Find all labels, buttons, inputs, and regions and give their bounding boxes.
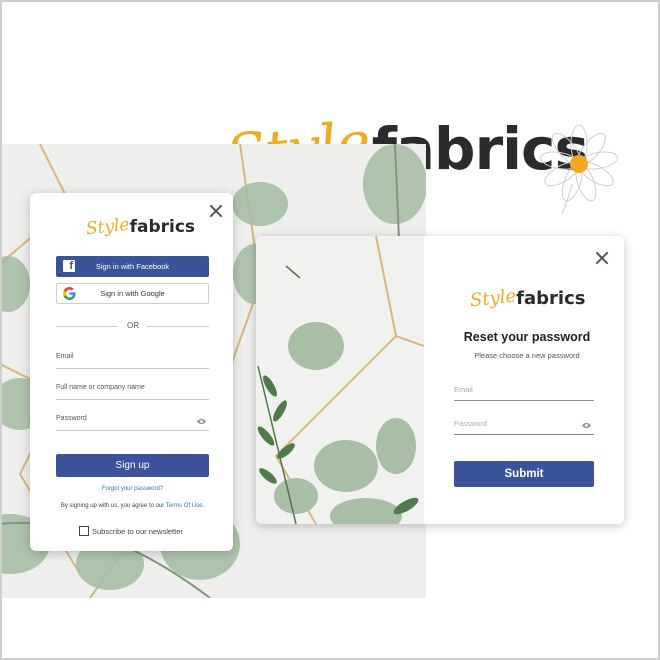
or-text: OR bbox=[127, 321, 139, 330]
facebook-signin-button[interactable]: f Sign in with Facebook bbox=[56, 256, 209, 277]
password-field-label: Password bbox=[56, 415, 87, 422]
terms-of-use-link[interactable]: Terms Of Use. bbox=[166, 503, 204, 509]
google-signin-button[interactable]: Sign in with Google bbox=[56, 283, 209, 304]
google-signin-label: Sign in with Google bbox=[100, 289, 165, 298]
close-icon[interactable] bbox=[595, 251, 609, 265]
signup-card: Style fabrics f Sign in with Facebook Si… bbox=[30, 193, 233, 551]
reset-email-field[interactable]: Email bbox=[454, 383, 594, 401]
reset-password-card: Style fabrics Reset your password Please… bbox=[256, 236, 624, 524]
submit-button[interactable]: Submit bbox=[454, 461, 594, 487]
logo-script: Style bbox=[85, 214, 131, 240]
name-field[interactable]: Full name or company name bbox=[56, 382, 209, 400]
email-field[interactable]: Email bbox=[56, 351, 209, 369]
logo-word: fabrics bbox=[129, 217, 196, 237]
facebook-signin-label: Sign in with Facebook bbox=[95, 262, 170, 271]
name-field-label: Full name or company name bbox=[56, 384, 145, 391]
forgot-password-link[interactable]: Forgot your password? bbox=[56, 486, 209, 492]
eye-icon[interactable] bbox=[196, 418, 207, 425]
signup-card-logo: Style fabrics bbox=[85, 214, 196, 240]
reset-card-photo bbox=[256, 236, 424, 524]
terms-text: By signing up with us, you agree to our bbox=[60, 503, 166, 509]
reset-password-field[interactable]: Password bbox=[454, 417, 594, 435]
logo-script: Style bbox=[468, 285, 518, 312]
close-icon[interactable] bbox=[209, 204, 223, 218]
email-field-label: Email bbox=[56, 353, 74, 360]
logo-word: fabrics bbox=[516, 288, 586, 309]
reset-password-label: Password bbox=[454, 419, 487, 428]
google-icon bbox=[63, 287, 76, 300]
reset-title: Reset your password bbox=[463, 330, 591, 344]
facebook-icon: f bbox=[63, 260, 75, 272]
daisy-illustration bbox=[540, 124, 618, 215]
divider-line bbox=[56, 326, 118, 327]
reset-card-logo: Style fabrics bbox=[468, 285, 586, 312]
divider-line bbox=[147, 326, 209, 327]
or-divider: OR bbox=[56, 321, 209, 331]
eye-icon[interactable] bbox=[581, 422, 592, 429]
signup-button-label: Sign up bbox=[115, 460, 150, 471]
terms-notice: By signing up with us, you agree to our … bbox=[50, 503, 215, 509]
newsletter-checkbox[interactable] bbox=[79, 526, 89, 536]
password-field[interactable]: Password bbox=[56, 413, 209, 431]
reset-email-label: Email bbox=[454, 385, 473, 394]
newsletter-label: Subscribe to our newsletter bbox=[92, 526, 183, 536]
signup-button[interactable]: Sign up bbox=[56, 454, 209, 477]
submit-button-label: Submit bbox=[504, 468, 544, 480]
reset-subtitle: Please choose a new password bbox=[474, 351, 580, 360]
newsletter-option[interactable]: Subscribe to our newsletter bbox=[79, 526, 183, 536]
